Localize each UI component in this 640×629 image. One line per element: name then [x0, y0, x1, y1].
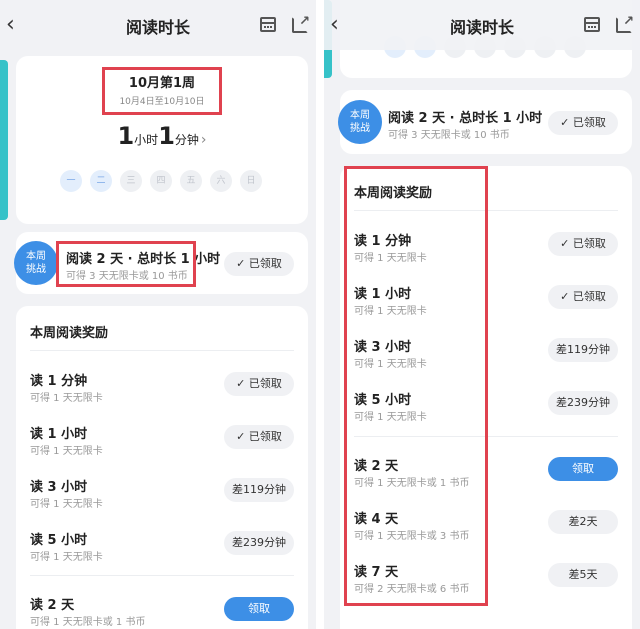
reward-remaining-button[interactable]: 差5天 — [548, 563, 618, 587]
divider — [30, 350, 294, 351]
reward-remaining-button[interactable]: 差119分钟 — [224, 478, 294, 502]
reward-remaining-button[interactable]: 差2天 — [548, 510, 618, 534]
top-bar: ‹ 阅读时长 ↗ — [324, 0, 640, 50]
day-mon: 一 — [60, 170, 82, 192]
reward-subtitle: 可得 1 天无限卡 — [30, 552, 103, 563]
divider — [30, 575, 294, 576]
claim-button[interactable]: 领取 — [548, 457, 618, 481]
day-wed: 三 — [120, 170, 142, 192]
rewards-card: 本周阅读奖励 — [16, 306, 308, 629]
challenge-badge: 本周 挑战 — [14, 241, 58, 285]
day-tue: 二 — [90, 170, 112, 192]
reward-claimed-button[interactable]: ✓ 已领取 — [548, 285, 618, 309]
total-duration[interactable]: 1小时1分钟 › — [16, 122, 308, 150]
reward-claimed-button[interactable]: ✓ 已领取 — [224, 372, 294, 396]
reward-title: 读 3 小时 — [30, 480, 88, 495]
calendar-icon[interactable] — [260, 17, 276, 32]
hours-unit: 小时 — [134, 133, 159, 147]
day-sat: 六 — [210, 170, 232, 192]
share-arrow-icon: ↗ — [623, 14, 634, 29]
badge-line2: 挑战 — [350, 123, 370, 134]
share-arrow-icon: ↗ — [299, 14, 310, 29]
reward-claimed-button[interactable]: ✓ 已领取 — [548, 232, 618, 256]
reward-claimed-button[interactable]: ✓ 已领取 — [224, 425, 294, 449]
reward-subtitle: 可得 1 天无限卡 — [30, 499, 103, 510]
reward-title: 读 5 小时 — [30, 533, 88, 548]
highlight-box — [102, 67, 222, 115]
challenge-badge: 本周 挑战 — [338, 100, 382, 144]
left-screenshot: ‹ 阅读时长 ↗ 10月第1周 10月4日至10月10日 1小时1分钟 › 一 二… — [0, 0, 316, 629]
side-accent — [0, 60, 8, 220]
reward-remaining-button[interactable]: 差239分钟 — [548, 391, 618, 415]
reward-title: 读 1 小时 — [30, 427, 88, 442]
minutes-unit: 分钟 — [174, 133, 199, 147]
reward-subtitle: 可得 1 天无限卡 — [30, 393, 103, 404]
day-fri: 五 — [180, 170, 202, 192]
chevron-right-icon: › — [200, 132, 207, 148]
challenge-subtitle: 可得 3 天无限卡或 10 书币 — [388, 130, 510, 141]
day-sun: 日 — [240, 170, 262, 192]
reward-remaining-button[interactable]: 差239分钟 — [224, 531, 294, 555]
badge-line1: 本周 — [350, 110, 370, 121]
reward-subtitle: 可得 1 天无限卡或 1 书币 — [30, 617, 146, 628]
highlight-box — [344, 166, 488, 606]
challenge-title: 阅读 2 天 · 总时长 1 小时 — [388, 111, 543, 126]
reward-subtitle: 可得 1 天无限卡 — [30, 446, 103, 457]
reward-remaining-button[interactable]: 差119分钟 — [548, 338, 618, 362]
gutter — [316, 0, 324, 629]
challenge-claimed-button[interactable]: ✓ 已领取 — [548, 111, 618, 135]
badge-line1: 本周 — [26, 251, 46, 262]
claim-button[interactable]: 领取 — [224, 597, 294, 621]
reward-title: 读 2 天 — [30, 598, 75, 613]
right-screenshot: ‹ 阅读时长 ↗ 本周挑战 阅读 2 天 · 总时长 1 小时 可得 3 天无限… — [324, 0, 640, 629]
day-thu: 四 — [150, 170, 172, 192]
rewards-title: 本周阅读奖励 — [30, 326, 109, 341]
highlight-box — [56, 241, 196, 287]
badge-line2: 挑战 — [26, 264, 46, 275]
calendar-icon[interactable] — [584, 17, 600, 32]
reward-title: 读 1 分钟 — [30, 374, 88, 389]
top-bar: ‹ 阅读时长 ↗ — [0, 0, 316, 52]
hours-value: 1 — [117, 122, 135, 150]
minutes-value: 1 — [158, 122, 175, 150]
challenge-claimed-button[interactable]: ✓ 已领取 — [224, 252, 294, 276]
